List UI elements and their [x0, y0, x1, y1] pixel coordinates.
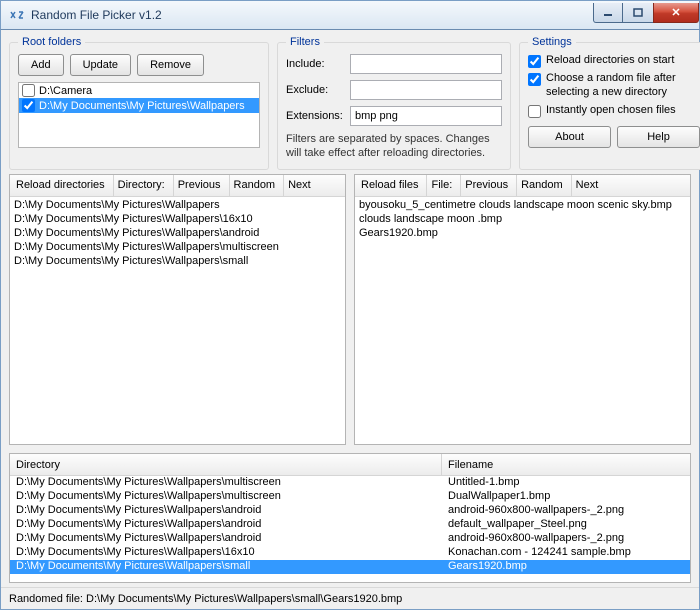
- table-row[interactable]: D:\My Documents\My Pictures\Wallpapers\m…: [10, 490, 690, 504]
- remove-button[interactable]: Remove: [137, 54, 204, 76]
- results-table: Directory Filename D:\My Documents\My Pi…: [9, 453, 691, 583]
- dir-random-button[interactable]: Random: [230, 175, 285, 196]
- include-label: Include:: [286, 58, 350, 70]
- reload-files-button[interactable]: Reload files: [359, 175, 427, 196]
- dir-next-button[interactable]: Next: [284, 175, 319, 196]
- cell-filename: default_wallpaper_Steel.png: [442, 518, 690, 532]
- reload-on-start-option[interactable]: Reload directories on start: [528, 54, 700, 68]
- root-folder-checkbox[interactable]: [22, 84, 35, 97]
- help-button[interactable]: Help: [617, 126, 700, 148]
- directory-item[interactable]: D:\My Documents\My Pictures\Wallpapers\m…: [14, 241, 341, 255]
- cell-filename: Gears1920.bmp: [442, 560, 690, 574]
- cell-directory: D:\My Documents\My Pictures\Wallpapers\m…: [10, 490, 442, 504]
- window-title: Random File Picker v1.2: [31, 8, 162, 22]
- filters-group: Filters Include: Exclude: Extensions: Fi…: [277, 36, 511, 170]
- directories-panel: Reload directories Directory: Previous R…: [9, 174, 346, 445]
- about-button[interactable]: About: [528, 126, 611, 148]
- reload-directories-button[interactable]: Reload directories: [14, 175, 114, 196]
- file-item[interactable]: byousoku_5_centimetre clouds landscape m…: [359, 199, 686, 213]
- table-row[interactable]: D:\My Documents\My Pictures\Wallpapers\1…: [10, 546, 690, 560]
- random-on-select-option[interactable]: Choose a random file after selecting a n…: [528, 72, 700, 100]
- root-folder-label: D:\My Documents\My Pictures\Wallpapers: [39, 100, 245, 112]
- update-button[interactable]: Update: [70, 54, 131, 76]
- random-on-select-checkbox[interactable]: [528, 73, 541, 86]
- status-bar: Randomed file: D:\My Documents\My Pictur…: [1, 587, 699, 609]
- root-folders-list[interactable]: D:\Camera D:\My Documents\My Pictures\Wa…: [18, 82, 260, 148]
- exclude-label: Exclude:: [286, 84, 350, 96]
- cell-filename: Untitled-1.bmp: [442, 476, 690, 490]
- cell-directory: D:\My Documents\My Pictures\Wallpapers\s…: [10, 560, 442, 574]
- maximize-button[interactable]: [623, 3, 653, 23]
- results-body[interactable]: D:\My Documents\My Pictures\Wallpapers\m…: [10, 476, 690, 582]
- close-button[interactable]: ✕: [653, 3, 699, 23]
- extensions-input[interactable]: [350, 106, 502, 126]
- table-row[interactable]: D:\My Documents\My Pictures\Wallpapers\m…: [10, 476, 690, 490]
- filters-note: Filters are separated by spaces. Changes…: [286, 132, 502, 161]
- root-folder-label: D:\Camera: [39, 85, 92, 97]
- file-item[interactable]: Gears1920.bmp: [359, 227, 686, 241]
- table-row[interactable]: D:\My Documents\My Pictures\Wallpapers\a…: [10, 532, 690, 546]
- column-directory[interactable]: Directory: [10, 454, 442, 475]
- instant-open-option[interactable]: Instantly open chosen files: [528, 104, 700, 118]
- file-previous-button[interactable]: Previous: [461, 175, 517, 196]
- root-folders-group: Root folders Add Update Remove D:\Camera…: [9, 36, 269, 170]
- table-row[interactable]: D:\My Documents\My Pictures\Wallpapers\s…: [10, 560, 690, 574]
- directories-toolbar: Reload directories Directory: Previous R…: [10, 175, 345, 197]
- file-next-button[interactable]: Next: [572, 175, 607, 196]
- settings-group: Settings Reload directories on start Cho…: [519, 36, 700, 170]
- instant-open-checkbox[interactable]: [528, 105, 541, 118]
- cell-filename: android-960x800-wallpapers-_2.png: [442, 504, 690, 518]
- files-list[interactable]: byousoku_5_centimetre clouds landscape m…: [355, 197, 690, 444]
- cell-filename: Konachan.com - 124241 sample.bmp: [442, 546, 690, 560]
- directory-item[interactable]: D:\My Documents\My Pictures\Wallpapers: [14, 199, 341, 213]
- directories-list[interactable]: D:\My Documents\My Pictures\WallpapersD:…: [10, 197, 345, 444]
- root-folder-checkbox[interactable]: [22, 99, 35, 112]
- table-row[interactable]: D:\My Documents\My Pictures\Wallpapers\a…: [10, 504, 690, 518]
- files-toolbar: Reload files File: Previous Random Next: [355, 175, 690, 197]
- file-label: File:: [427, 175, 461, 196]
- directory-item[interactable]: D:\My Documents\My Pictures\Wallpapers\a…: [14, 227, 341, 241]
- reload-on-start-checkbox[interactable]: [528, 55, 541, 68]
- directory-label: Directory:: [114, 175, 174, 196]
- file-random-button[interactable]: Random: [517, 175, 572, 196]
- settings-legend: Settings: [528, 36, 576, 48]
- app-icon: [9, 7, 25, 23]
- extensions-label: Extensions:: [286, 110, 350, 122]
- root-folders-legend: Root folders: [18, 36, 85, 48]
- cell-directory: D:\My Documents\My Pictures\Wallpapers\a…: [10, 518, 442, 532]
- cell-directory: D:\My Documents\My Pictures\Wallpapers\a…: [10, 504, 442, 518]
- minimize-button[interactable]: [593, 3, 623, 23]
- root-folder-item[interactable]: D:\My Documents\My Pictures\Wallpapers: [19, 98, 259, 113]
- cell-filename: DualWallpaper1.bmp: [442, 490, 690, 504]
- cell-directory: D:\My Documents\My Pictures\Wallpapers\1…: [10, 546, 442, 560]
- cell-directory: D:\My Documents\My Pictures\Wallpapers\m…: [10, 476, 442, 490]
- cell-filename: android-960x800-wallpapers-_2.png: [442, 532, 690, 546]
- directory-item[interactable]: D:\My Documents\My Pictures\Wallpapers\s…: [14, 255, 341, 269]
- status-text: Randomed file: D:\My Documents\My Pictur…: [9, 593, 402, 605]
- root-folder-item[interactable]: D:\Camera: [19, 83, 259, 98]
- exclude-input[interactable]: [350, 80, 502, 100]
- filters-legend: Filters: [286, 36, 324, 48]
- table-row[interactable]: D:\My Documents\My Pictures\Wallpapers\a…: [10, 518, 690, 532]
- title-bar: Random File Picker v1.2 ✕: [0, 0, 700, 30]
- cell-directory: D:\My Documents\My Pictures\Wallpapers\a…: [10, 532, 442, 546]
- directory-item[interactable]: D:\My Documents\My Pictures\Wallpapers\1…: [14, 213, 341, 227]
- file-item[interactable]: clouds landscape moon .bmp: [359, 213, 686, 227]
- files-panel: Reload files File: Previous Random Next …: [354, 174, 691, 445]
- column-filename[interactable]: Filename: [442, 454, 690, 475]
- include-input[interactable]: [350, 54, 502, 74]
- add-button[interactable]: Add: [18, 54, 64, 76]
- dir-previous-button[interactable]: Previous: [174, 175, 230, 196]
